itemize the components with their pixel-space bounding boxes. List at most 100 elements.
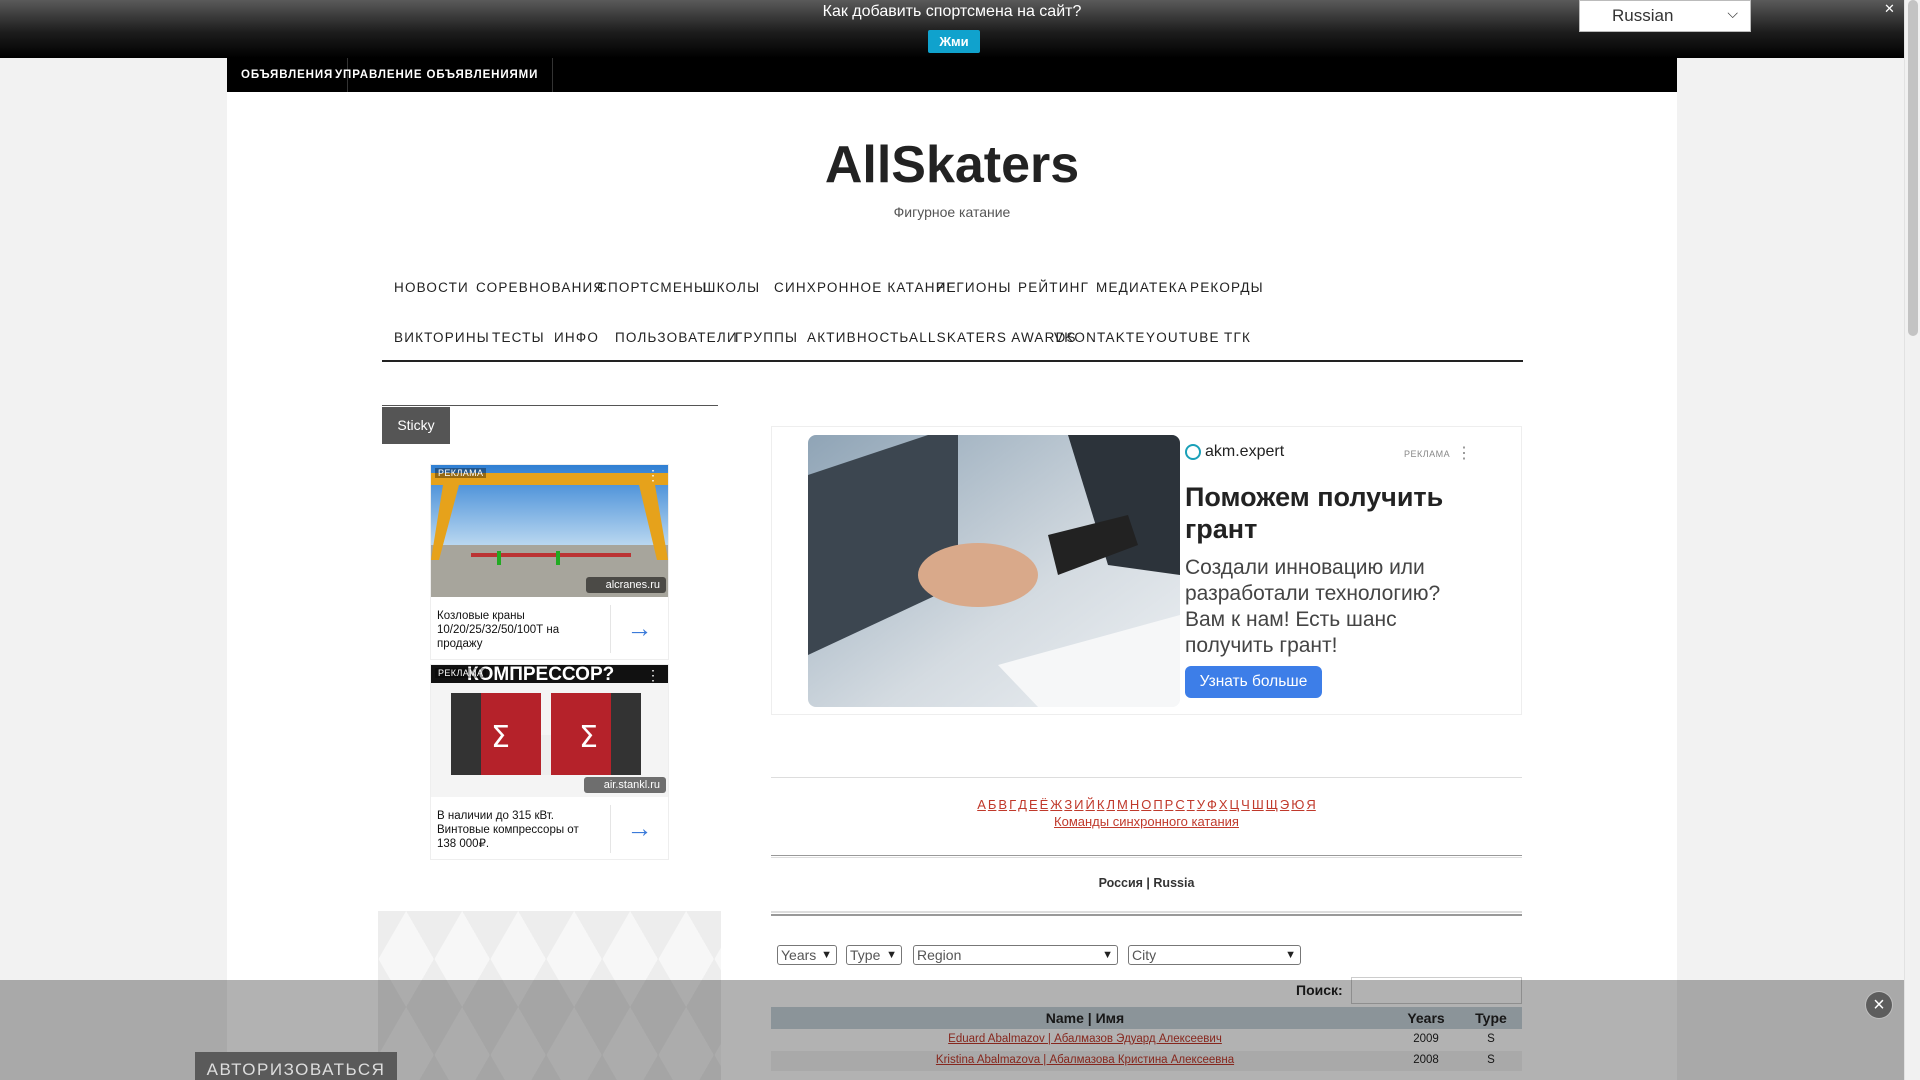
ad-image: КОМПРЕССОР? Σ Σ РЕКЛАМА ⋮ air.stankl.ru: [431, 665, 668, 797]
ad-cta-button[interactable]: Узнать больше: [1185, 666, 1322, 698]
letter-link[interactable]: Х: [1219, 797, 1228, 812]
ad-photo: [808, 435, 1180, 707]
ad-domain[interactable]: alcranes.ru: [585, 577, 666, 593]
ad-caption-row: Козловые краны 10/20/25/32/50/100Т на пр…: [431, 597, 668, 659]
letter-link[interactable]: Ц: [1230, 797, 1240, 812]
handshake-image: [808, 435, 1180, 707]
letter-link[interactable]: З: [1064, 797, 1072, 812]
letter-link[interactable]: Б: [988, 797, 997, 812]
brand-icon: [1185, 444, 1201, 460]
chevron-down-icon: ▼: [1285, 949, 1296, 961]
nav-item-regions[interactable]: РЕГИОНЫ: [936, 280, 1012, 295]
ad-caption: В наличии до 315 кВт. Винтовые компрессо…: [437, 810, 579, 850]
nav-item-youtube[interactable]: YOUTUBE: [1146, 330, 1220, 345]
ad-body: Создали инновацию или разработали технол…: [1185, 556, 1441, 657]
nav-item-users[interactable]: ПОЛЬЗОВАТЕЛИ: [615, 330, 738, 345]
close-icon[interactable]: ×: [1865, 991, 1893, 1019]
nav-item-info[interactable]: ИНФО: [554, 330, 599, 345]
letter-link[interactable]: Ш: [1252, 797, 1264, 812]
scrollbar[interactable]: [1904, 0, 1920, 1080]
letter-link[interactable]: И: [1074, 797, 1083, 812]
chevron-down-icon: ▼: [1102, 949, 1113, 961]
nav-item-rating[interactable]: РЕЙТИНГ: [1018, 280, 1089, 295]
letter-link[interactable]: Ч: [1241, 797, 1250, 812]
ad-brand[interactable]: akm.expert: [1205, 443, 1284, 461]
site-tagline: Фигурное катание: [893, 204, 1011, 220]
letter-link[interactable]: А: [977, 797, 986, 812]
letter-link[interactable]: Т: [1187, 797, 1195, 812]
region-select[interactable]: Region ▼: [913, 945, 1118, 965]
letter-link[interactable]: Р: [1165, 797, 1174, 812]
ad-caption-row: В наличии до 315 кВт. Винтовые компрессо…: [431, 797, 668, 859]
letter-link[interactable]: С: [1175, 797, 1184, 812]
letter-link[interactable]: Й: [1086, 797, 1095, 812]
more-icon[interactable]: ⋮: [646, 667, 660, 684]
arrow-right-icon[interactable]: →: [610, 605, 668, 653]
main-ad[interactable]: akm.expert РЕКЛАМА ⋮ Поможем получить гр…: [771, 426, 1522, 715]
language-select[interactable]: Russian ⌵: [1579, 0, 1751, 32]
sidebar-ad-cranes[interactable]: РЕКЛАМА ⋮ alcranes.ru Козловые краны 10/…: [430, 464, 669, 660]
letter-link[interactable]: Н: [1130, 797, 1139, 812]
ad-domain[interactable]: air.stankl.ru: [583, 777, 666, 793]
letter-link[interactable]: Е: [1029, 797, 1038, 812]
letter-link[interactable]: В: [998, 797, 1007, 812]
letter-link[interactable]: Л: [1106, 797, 1115, 812]
nav-item-media[interactable]: МЕДИАТЕКА: [1096, 280, 1188, 295]
type-select[interactable]: Type ▼: [846, 945, 902, 965]
close-icon[interactable]: ✕: [1884, 1, 1895, 17]
letter-link[interactable]: Я: [1306, 797, 1315, 812]
type-select-value: Type: [850, 947, 881, 963]
more-icon[interactable]: ⋮: [646, 467, 660, 484]
letter-link[interactable]: Э: [1280, 797, 1289, 812]
ad-image-text: КОМПРЕССОР?: [467, 665, 614, 685]
nav-item-synchro[interactable]: СИНХРОННОЕ КАТАНИЕ: [774, 280, 957, 295]
sidebar-divider: [382, 405, 718, 406]
login-button[interactable]: АВТОРИЗОВАТЬСЯ: [195, 1052, 397, 1080]
letter-link[interactable]: Ж: [1050, 797, 1062, 812]
city-select[interactable]: City ▼: [1128, 945, 1301, 965]
letter-link[interactable]: Ё: [1040, 797, 1049, 812]
ad-label: РЕКЛАМА: [435, 468, 487, 478]
nav-item-schools[interactable]: ШКОЛЫ: [703, 280, 760, 295]
nav-item-groups[interactable]: ГРУППЫ: [735, 330, 798, 345]
divider: [771, 777, 1522, 778]
ad-label: РЕКЛАМА: [435, 668, 487, 678]
nav-item-competitions[interactable]: СОРЕВНОВАНИЯ: [476, 280, 604, 295]
letter-link[interactable]: Щ: [1266, 797, 1278, 812]
sidebar-ad-compressors[interactable]: КОМПРЕССОР? Σ Σ РЕКЛАМА ⋮ air.stankl.ru …: [430, 664, 669, 860]
nav-item-vkontakte[interactable]: VKONTAKTE: [1054, 330, 1146, 345]
chevron-down-icon: ⌵: [1727, 5, 1738, 21]
letter-link[interactable]: П: [1153, 797, 1162, 812]
letter-link[interactable]: Г: [1009, 797, 1016, 812]
ad-label: РЕКЛАМА: [1404, 449, 1451, 459]
years-select-value: Years: [781, 947, 817, 963]
nav-item-tests[interactable]: ТЕСТЫ: [492, 330, 545, 345]
divider: [771, 855, 1522, 858]
letter-link[interactable]: Д: [1018, 797, 1027, 812]
nav-item-awards[interactable]: ALLSKATERS AWARDS: [909, 330, 1077, 345]
adminbar-item-manage-ads[interactable]: УПРАВЛЕНИЕ ОБЪЯВЛЕНИЯМИ: [321, 58, 554, 92]
nav-item-records[interactable]: РЕКОРДЫ: [1190, 280, 1264, 295]
letter-link[interactable]: М: [1117, 797, 1128, 812]
site-title[interactable]: AllSkaters: [227, 135, 1677, 195]
nav-item-quizzes[interactable]: ВИКТОРИНЫ: [394, 330, 490, 345]
years-select[interactable]: Years ▼: [777, 945, 837, 965]
more-icon[interactable]: ⋮: [1456, 443, 1472, 463]
ad-image: РЕКЛАМА ⋮ alcranes.ru: [431, 465, 668, 597]
alphabet-filter: АБВГДЕЁЖЗИЙКЛМНОПРСТУФХЦЧШЩЭЮЯ: [771, 797, 1522, 812]
letter-link[interactable]: О: [1141, 797, 1151, 812]
letter-link[interactable]: У: [1197, 797, 1205, 812]
nav-item-tgk[interactable]: ТГК: [1224, 330, 1251, 345]
letter-link[interactable]: К: [1097, 797, 1105, 812]
sync-teams-link[interactable]: Команды синхронного катания: [771, 814, 1522, 829]
letter-link[interactable]: Ю: [1291, 797, 1304, 812]
scrollbar-thumb[interactable]: [1908, 0, 1918, 336]
nav-item-news[interactable]: НОВОСТИ: [394, 280, 469, 295]
arrow-right-icon[interactable]: →: [610, 805, 668, 853]
notification-button[interactable]: Жми: [928, 30, 980, 53]
letter-link[interactable]: Ф: [1207, 797, 1217, 812]
chevron-down-icon: ▼: [821, 949, 832, 961]
city-select-value: City: [1132, 947, 1157, 963]
nav-item-athletes[interactable]: СПОРТСМЕНЫ: [597, 280, 707, 295]
nav-item-activity[interactable]: АКТИВНОСТЬ: [807, 330, 909, 345]
